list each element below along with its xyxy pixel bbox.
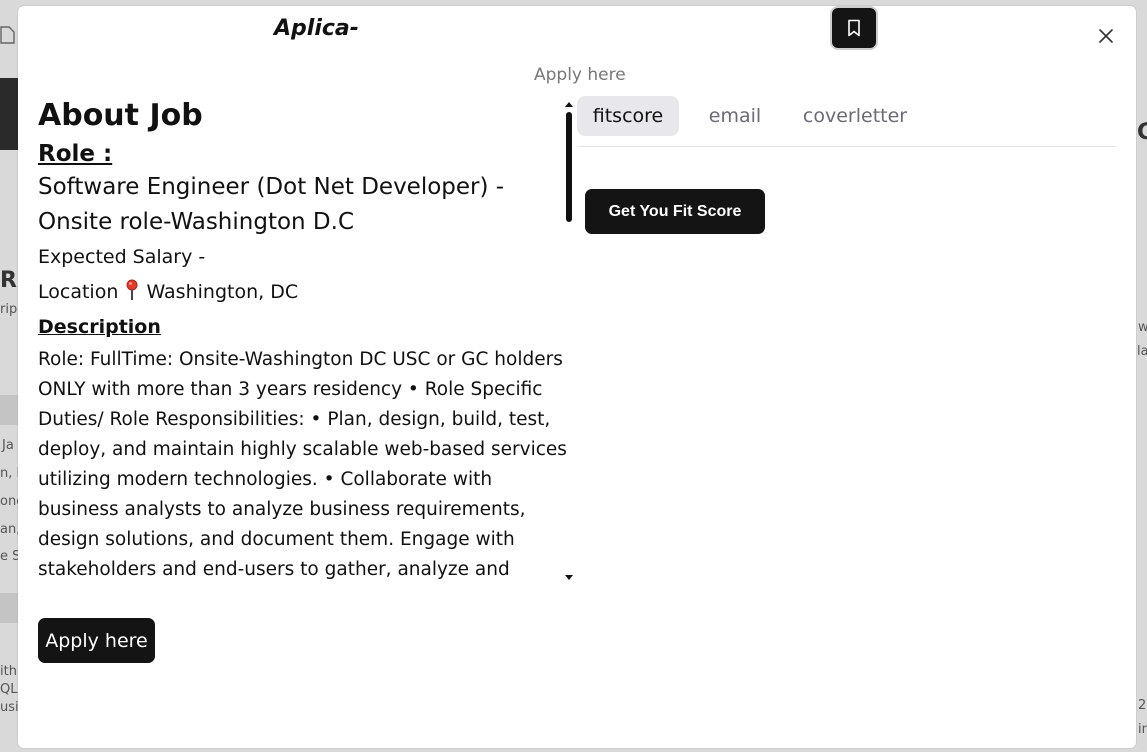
tab-coverletter[interactable]: coverletter	[791, 96, 919, 136]
background-text: QL	[0, 682, 18, 697]
about-job-panel: About Job Role : Software Engineer (Dot …	[38, 94, 568, 580]
close-icon	[1099, 29, 1113, 43]
background-text: 2	[1138, 698, 1147, 713]
bookmark-icon	[848, 19, 860, 37]
location-label: Location	[38, 281, 119, 303]
tab-fitscore[interactable]: fitscore	[577, 96, 679, 136]
document-icon	[0, 26, 15, 44]
job-description: Role: FullTime: Onsite-Washington DC USC…	[38, 349, 567, 580]
role-label: Role :	[38, 141, 113, 167]
apply-here-link[interactable]: Apply here	[534, 65, 626, 85]
about-scrollbar[interactable]	[563, 102, 577, 580]
tool-tabs: fitscore email coverletter	[577, 96, 1116, 147]
close-button[interactable]	[1095, 25, 1117, 47]
background-text: usi	[0, 700, 19, 715]
background-band	[0, 593, 18, 623]
about-job-heading: About Job	[38, 98, 203, 133]
background-text: w	[1138, 320, 1147, 335]
scroll-down-arrow-icon[interactable]	[565, 575, 573, 580]
scroll-up-arrow-icon[interactable]	[565, 102, 573, 107]
map-pin-icon	[126, 279, 138, 300]
background-text: R	[0, 268, 17, 293]
location-line: Location Washington, DC	[38, 275, 568, 310]
background-text: ith	[0, 664, 17, 679]
expected-salary: Expected Salary -	[38, 246, 206, 268]
background-text: Ja	[2, 438, 14, 453]
modal-title: Aplica-	[274, 16, 359, 41]
background-text: in	[1138, 722, 1147, 737]
background-text: C	[1137, 120, 1147, 145]
tab-email[interactable]: email	[699, 96, 771, 136]
background-text: la	[1137, 344, 1147, 359]
job-detail-modal: Aplica- Apply here About Job Role : Soft…	[18, 6, 1136, 748]
description-label: Description	[38, 316, 161, 338]
scroll-thumb[interactable]	[566, 112, 572, 222]
get-fit-score-button[interactable]: Get You Fit Score	[585, 189, 765, 234]
role-title: Software Engineer (Dot Net Developer) - …	[38, 174, 505, 235]
bookmark-button[interactable]	[830, 6, 878, 50]
apply-here-button[interactable]: Apply here	[38, 618, 155, 663]
location-value: Washington, DC	[146, 281, 299, 303]
background-dark-block	[0, 78, 18, 150]
background-band	[0, 395, 18, 425]
